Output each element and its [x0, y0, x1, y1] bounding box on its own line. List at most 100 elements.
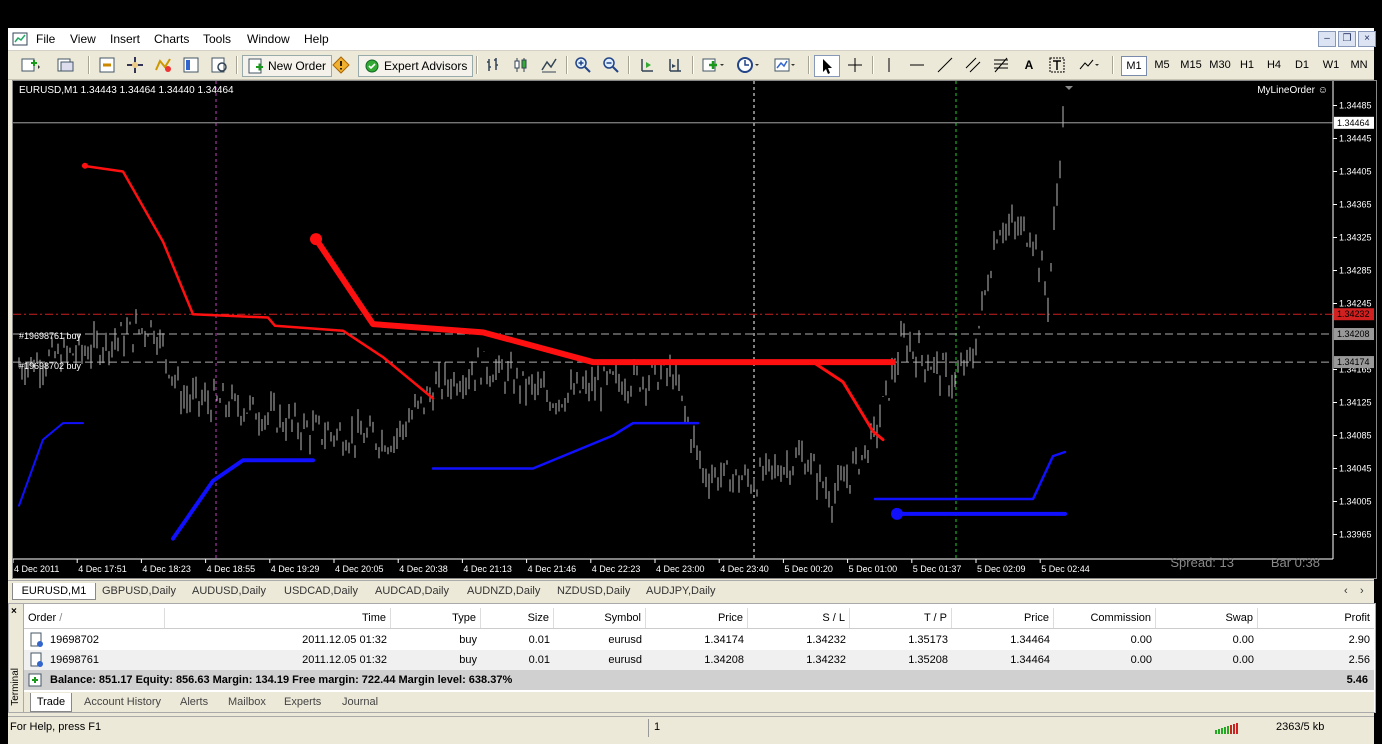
- chart-tab-audnzd-daily[interactable]: AUDNZD,Daily: [467, 583, 540, 599]
- status-help-text: For Help, press F1: [10, 721, 102, 733]
- tab-mailbox[interactable]: Mailbox: [228, 693, 266, 711]
- close-icon[interactable]: ×: [1358, 31, 1376, 47]
- periods-clock-icon[interactable]: [734, 55, 764, 75]
- minimize-icon[interactable]: –: [1318, 31, 1336, 47]
- expert-advisors-icon: [365, 59, 379, 73]
- timeframe-w1[interactable]: W1: [1319, 56, 1343, 74]
- terminal-close-icon[interactable]: ×: [11, 606, 17, 617]
- menu-tools[interactable]: Tools: [203, 32, 231, 46]
- chart-tab-usdcad-daily[interactable]: USDCAD,Daily: [284, 583, 358, 599]
- cursor-icon[interactable]: [814, 55, 840, 77]
- menu-window[interactable]: Window: [247, 32, 290, 46]
- tab-experts[interactable]: Experts: [284, 693, 321, 711]
- expert-advisors-button[interactable]: Expert Advisors: [358, 55, 474, 77]
- timeframe-m30[interactable]: M30: [1205, 56, 1235, 74]
- chart-tab-audusd-daily[interactable]: AUDUSD,Daily: [192, 583, 266, 599]
- col-sl[interactable]: S / L: [748, 608, 850, 628]
- candlestick-chart-icon[interactable]: [510, 55, 532, 75]
- alert-icon[interactable]: [330, 55, 352, 75]
- cell-time: 2011.12.05 01:32: [302, 654, 387, 666]
- bar-chart-icon[interactable]: [482, 55, 504, 75]
- time-tick-label: 4 Dec 17:51: [78, 564, 127, 574]
- price-tick-label: 1.34285: [1339, 266, 1372, 276]
- col-profit[interactable]: Profit: [1258, 608, 1374, 628]
- chart-tab-nzdusd-daily[interactable]: NZDUSD,Daily: [557, 583, 630, 599]
- tab-scroll-left-icon[interactable]: ‹: [1344, 583, 1348, 599]
- tab-account-history[interactable]: Account History: [84, 693, 161, 711]
- tab-scroll-right-icon[interactable]: ›: [1360, 583, 1364, 599]
- chart-tab-eurusd-m1[interactable]: EURUSD,M1: [12, 583, 96, 600]
- templates-icon[interactable]: [770, 55, 800, 75]
- equidistant-channel-icon[interactable]: [962, 55, 984, 75]
- timeframe-m15[interactable]: M15: [1176, 56, 1206, 74]
- line-chart-icon[interactable]: [538, 55, 560, 75]
- tab-journal[interactable]: Journal: [342, 693, 378, 711]
- tab-trade[interactable]: Trade: [30, 693, 72, 712]
- data-window-icon[interactable]: [124, 55, 146, 75]
- new-order-button[interactable]: New Order: [242, 55, 333, 77]
- table-row[interactable]: 19698761 2011.12.05 01:32 buy 0.01 eurus…: [24, 650, 1374, 670]
- col-current-price[interactable]: Price: [952, 608, 1054, 628]
- timeframe-h4[interactable]: H4: [1263, 56, 1285, 74]
- price-chart[interactable]: 1.34485 1.34445 1.34405 1.34365 1.34325 1.342…: [12, 80, 1377, 579]
- market-watch-icon[interactable]: [96, 55, 118, 75]
- zoom-out-icon[interactable]: [600, 55, 622, 75]
- indicators-icon[interactable]: [698, 55, 728, 75]
- terminal-icon[interactable]: [180, 55, 202, 75]
- auto-scroll-icon[interactable]: [636, 55, 658, 75]
- cell-tp: 1.35173: [908, 634, 948, 646]
- col-size[interactable]: Size: [481, 608, 554, 628]
- horizontal-line-icon[interactable]: [906, 55, 928, 75]
- col-commission[interactable]: Commission: [1054, 608, 1156, 628]
- zoom-in-icon[interactable]: [572, 55, 594, 75]
- time-tick-label: 5 Dec 02:44: [1041, 564, 1090, 574]
- price-tick-label: 1.34325: [1339, 233, 1372, 243]
- strategy-tester-icon[interactable]: [208, 55, 230, 75]
- menu-insert[interactable]: Insert: [110, 32, 140, 46]
- col-tp[interactable]: T / P: [850, 608, 952, 628]
- chart-tab-audjpy-daily[interactable]: AUDJPY,Daily: [646, 583, 716, 599]
- fibonacci-icon[interactable]: [990, 55, 1012, 75]
- table-row[interactable]: 19698702 2011.12.05 01:32 buy 0.01 eurus…: [24, 630, 1374, 650]
- navigator-icon[interactable]: [152, 55, 174, 75]
- chart-tab-gbpusd-daily[interactable]: GBPUSD,Daily: [102, 583, 176, 599]
- chart-tab-audcad-daily[interactable]: AUDCAD,Daily: [375, 583, 449, 599]
- vertical-line-icon[interactable]: [878, 55, 900, 75]
- trendline-icon[interactable]: [934, 55, 956, 75]
- timeframe-d1[interactable]: D1: [1291, 56, 1313, 74]
- restore-icon[interactable]: ❐: [1338, 31, 1356, 47]
- col-type[interactable]: Type: [391, 608, 481, 628]
- profiles-icon[interactable]: [52, 55, 82, 75]
- price-tick-label: 1.34405: [1339, 167, 1372, 177]
- balance-row: Balance: 851.17 Equity: 856.63 Margin: 1…: [24, 670, 1374, 690]
- timeframe-h1[interactable]: H1: [1236, 56, 1258, 74]
- menu-charts[interactable]: Charts: [154, 32, 189, 46]
- menu-view[interactable]: View: [70, 32, 96, 46]
- cell-swap: 0.00: [1232, 634, 1254, 646]
- col-symbol[interactable]: Symbol: [554, 608, 646, 628]
- menu-file[interactable]: File: [36, 32, 55, 46]
- menu-help[interactable]: Help: [304, 32, 329, 46]
- arrows-icon[interactable]: [1074, 55, 1104, 75]
- toolbar-separator: [872, 56, 874, 74]
- col-order[interactable]: Order /: [24, 608, 165, 628]
- text-label-icon[interactable]: [1046, 55, 1068, 75]
- timeframe-m5[interactable]: M5: [1150, 56, 1174, 74]
- chart-shift-icon[interactable]: [664, 55, 686, 75]
- cell-symbol: eurusd: [608, 654, 642, 666]
- tab-alerts[interactable]: Alerts: [180, 693, 208, 711]
- col-swap[interactable]: Swap: [1156, 608, 1258, 628]
- time-tick-label: 5 Dec 01:00: [849, 564, 898, 574]
- toolbar-separator: [1112, 56, 1114, 74]
- new-chart-icon[interactable]: [16, 55, 46, 75]
- connection-bars-icon: [1214, 721, 1242, 738]
- col-time[interactable]: Time: [165, 608, 391, 628]
- timeframe-m1[interactable]: M1: [1121, 56, 1147, 76]
- order-price-marker-label: 1.34174: [1337, 357, 1370, 367]
- stop-loss-marker-label: 1.34232: [1337, 309, 1370, 319]
- crosshair-icon[interactable]: [844, 55, 866, 75]
- text-tool-icon[interactable]: A: [1018, 55, 1040, 75]
- col-price[interactable]: Price: [646, 608, 748, 628]
- cell-time: 2011.12.05 01:32: [302, 634, 387, 646]
- timeframe-mn[interactable]: MN: [1347, 56, 1371, 74]
